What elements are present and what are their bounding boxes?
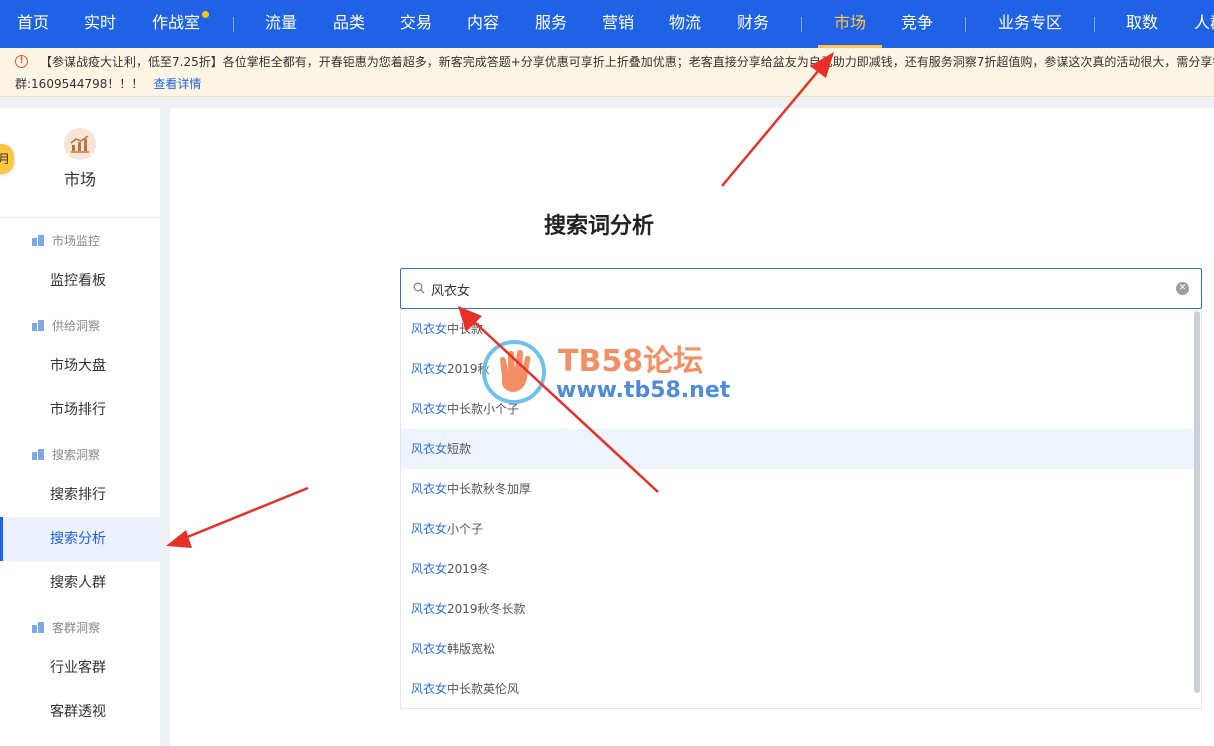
suggestion-item[interactable]: 风衣女小个子 [401, 509, 1196, 549]
suggestion-rest: 2019冬 [447, 562, 490, 576]
nav-item-marketing[interactable]: 营销 [602, 0, 634, 48]
nav-item-content[interactable]: 内容 [467, 0, 499, 48]
nav-item-competition[interactable]: 竞争 [901, 0, 933, 48]
suggestion-dropdown: 风衣女中长款 风衣女2019秋 风衣女中长款小个子 风衣女短款 风衣女中长款秋冬… [400, 309, 1202, 709]
suggestion-rest: 短款 [447, 442, 472, 456]
notification-dot [202, 11, 209, 18]
section-label: 搜索洞察 [52, 448, 101, 462]
suggestion-item[interactable]: 风衣女中长款小个子 [401, 389, 1196, 429]
suggestion-item-hovered[interactable]: 风衣女短款 [401, 429, 1196, 469]
nav-separator [233, 17, 234, 32]
suggestion-item[interactable]: 风衣女2019秋 [401, 349, 1196, 389]
nav-separator [801, 17, 802, 32]
suggestion-item[interactable]: 风衣女中长款秋冬加厚 [401, 469, 1196, 509]
sidebar-item-search-ranking[interactable]: 搜索排行 [0, 473, 160, 517]
suggestion-match: 风衣女 [411, 562, 448, 576]
search-box: ✕ [400, 268, 1202, 309]
suggestion-rest: 中长款小个子 [447, 402, 520, 416]
suggestion-item[interactable]: 风衣女中长款 [401, 309, 1196, 349]
sidebar-item-market-overview[interactable]: 市场大盘 [0, 344, 160, 388]
sidebar-section-supply-insight: 供给洞察 [32, 317, 100, 334]
sidebar-title: 市场 [63, 170, 96, 189]
suggestion-item[interactable]: 风衣女2019冬 [401, 549, 1196, 589]
nav-item-audience[interactable]: 人群 [1194, 0, 1214, 48]
suggestion-match: 风衣女 [411, 442, 448, 456]
sidebar-item-search-audience[interactable]: 搜索人群 [0, 561, 160, 605]
suggestion-match: 风衣女 [411, 322, 448, 336]
sidebar-item-search-analysis[interactable]: 搜索分析 [0, 517, 160, 561]
nav-item-traffic[interactable]: 流量 [265, 0, 297, 48]
dropdown-scrollbar[interactable] [1194, 311, 1200, 693]
top-navigation-bar: 首页 实时 作战室 流量 品类 交易 内容 服务 营销 物流 财务 市场 竞争 … [0, 0, 1214, 48]
main-content: 搜索词分析 ✕ 风衣女中长款 风衣女2019秋 风衣女中长款小个子 风衣女短款 … [170, 108, 1214, 746]
sidebar-item-monitor-board[interactable]: 监控看板 [0, 259, 160, 303]
suggestion-rest: 中长款 [447, 322, 484, 336]
page-title: 搜索词分析 [543, 214, 654, 239]
notice-text: 【参谋战疫大让利，低至7.25折】各位掌柜全都有，开春钜惠为您着超多，新客完成答… [40, 55, 1214, 69]
suggestion-match: 风衣女 [411, 682, 448, 696]
search-input[interactable] [431, 277, 1161, 301]
suggestion-rest: 2019秋冬长款 [447, 602, 526, 616]
suggestion-rest: 小个子 [447, 522, 484, 536]
sidebar-gutter [160, 108, 170, 746]
nav-item-finance[interactable]: 财务 [737, 0, 769, 48]
clear-icon[interactable]: ✕ [1176, 282, 1189, 295]
nav-item-market[interactable]: 市场 [817, 0, 883, 48]
suggestion-rest: 中长款英伦风 [447, 682, 520, 696]
suggestion-rest: 2019秋 [447, 362, 490, 376]
sidebar-item-market-ranking[interactable]: 市场排行 [0, 388, 160, 432]
building-icon [32, 320, 44, 331]
nav-item-service[interactable]: 服务 [535, 0, 567, 48]
nav-item-data-fetch[interactable]: 取数 [1126, 0, 1158, 48]
sidebar: 月 市场 市场监控 监控看板 供给洞察 市场大盘 市场排行 搜索洞察 搜索排行 … [0, 108, 160, 746]
nav-item-realtime[interactable]: 实时 [84, 0, 116, 48]
notice-text-2: 群:1609544798！！！ 查看详情 [15, 75, 201, 92]
nav-item-business-zone[interactable]: 业务专区 [998, 0, 1062, 48]
suggestion-match: 风衣女 [411, 522, 448, 536]
suggestion-rest: 中长款秋冬加厚 [447, 482, 532, 496]
view-details-link[interactable]: 查看详情 [153, 77, 201, 91]
notice-group-number: 群:1609544798！！！ [15, 77, 144, 91]
suggestion-match: 风衣女 [411, 602, 448, 616]
nav-separator [1094, 17, 1095, 32]
suggestion-item[interactable]: 风衣女2019秋冬长款 [401, 589, 1196, 629]
section-label: 供给洞察 [52, 319, 101, 333]
nav-item-category[interactable]: 品类 [333, 0, 365, 48]
nav-item-home[interactable]: 首页 [17, 0, 49, 48]
suggestion-match: 风衣女 [411, 402, 448, 416]
suggestion-item[interactable]: 风衣女韩版宽松 [401, 629, 1196, 669]
nav-item-logistics[interactable]: 物流 [669, 0, 701, 48]
suggestion-item[interactable]: 风衣女中长款英伦风 [401, 669, 1196, 709]
nav-item-war-room[interactable]: 作战室 [152, 0, 200, 48]
market-chart-icon [64, 128, 96, 160]
nav-item-trade[interactable]: 交易 [400, 0, 432, 48]
suggestion-match: 风衣女 [411, 362, 448, 376]
suggestion-rest: 韩版宽松 [447, 642, 496, 656]
sidebar-item-industry-customers[interactable]: 行业客群 [0, 646, 160, 690]
search-icon [413, 282, 425, 294]
building-icon [32, 622, 44, 633]
building-icon [32, 449, 44, 460]
suggestion-match: 风衣女 [411, 482, 448, 496]
sidebar-section-search-insight: 搜索洞察 [32, 446, 100, 463]
alert-icon: ! [15, 55, 28, 68]
sidebar-section-customer-insight: 客群洞察 [32, 619, 100, 636]
nav-separator [965, 17, 966, 32]
suggestion-match: 风衣女 [411, 642, 448, 656]
sidebar-item-customer-perspective[interactable]: 客群透视 [0, 690, 160, 734]
notice-bar: ! 【参谋战疫大让利，低至7.25折】各位掌柜全都有，开春钜惠为您着超多，新客完… [0, 48, 1214, 97]
section-label: 客群洞察 [52, 621, 101, 635]
